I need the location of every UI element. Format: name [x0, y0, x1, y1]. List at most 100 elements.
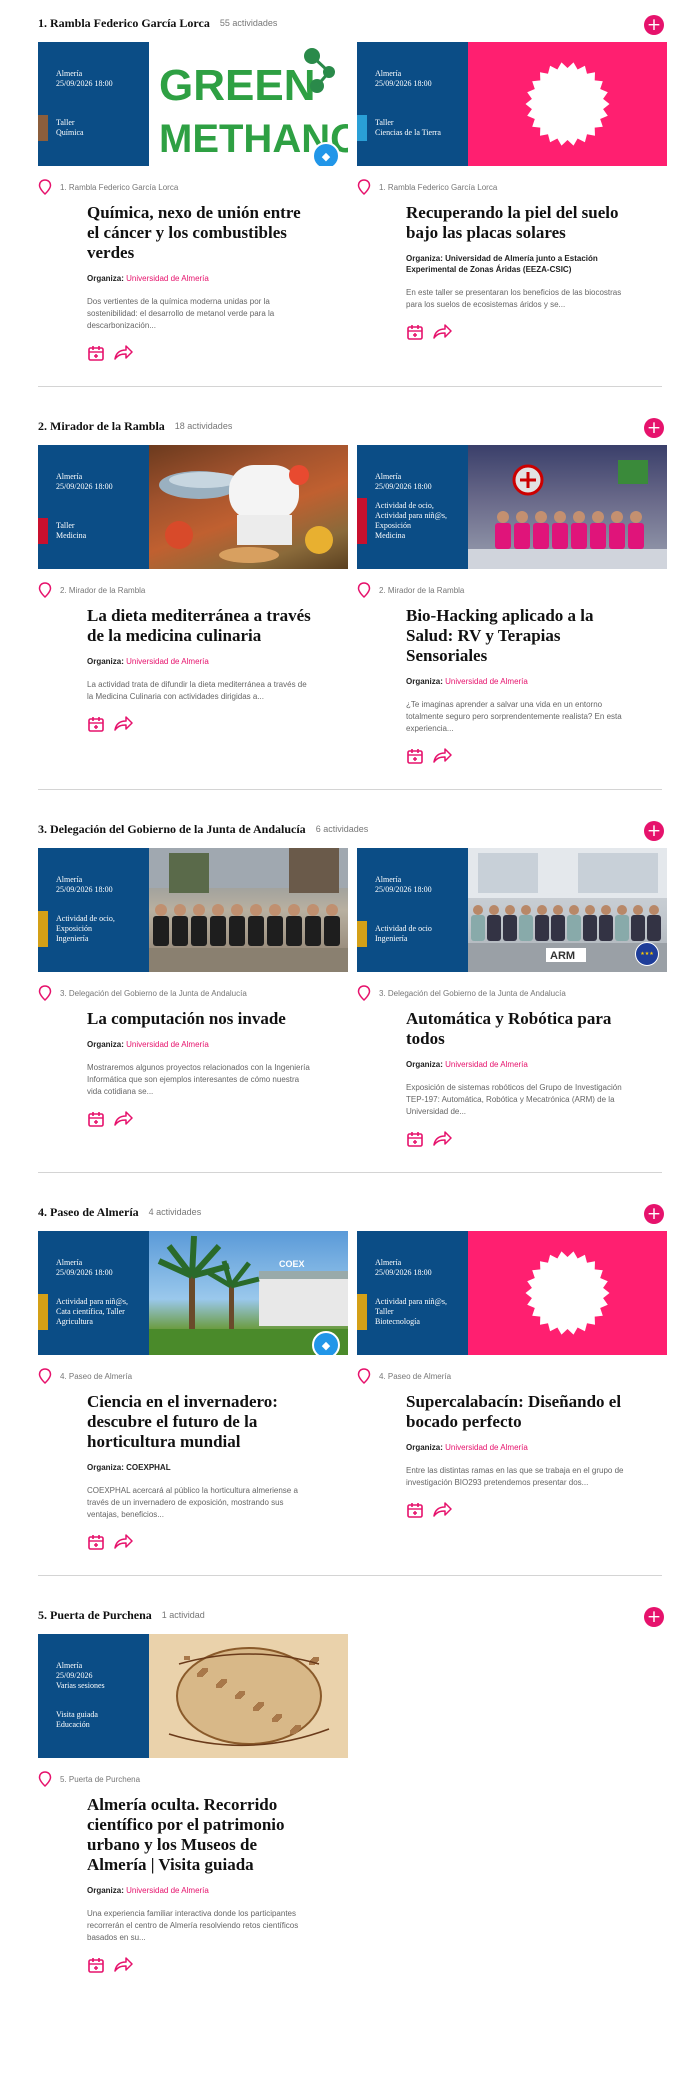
category-label: Actividad para niñ@s, [56, 1297, 129, 1306]
card-header-block[interactable]: Almería 25/09/2026 18:00 Actividad de ocio… [38, 848, 348, 972]
expand-plus-button[interactable]: + [644, 1607, 664, 1627]
activity-title[interactable]: Ciencia en el invernadero: descubre el f… [87, 1392, 314, 1452]
calendar-plus-icon [88, 717, 104, 732]
organizer: Organiza: Universidad de Almería [87, 1039, 314, 1050]
card-date: 25/09/2026 18:00 [56, 885, 113, 894]
share-button[interactable] [113, 344, 133, 362]
share-button[interactable] [432, 1130, 452, 1148]
old-city-map [168, 1647, 330, 1747]
activity-card: Almería 25/09/2026 18:00 Actividad de ocio… [357, 848, 667, 1148]
add-to-calendar-button[interactable] [87, 1956, 105, 1974]
activity-title[interactable]: La dieta mediterránea a través de la med… [87, 606, 314, 646]
activity-card: Almería 25/09/2026 18:00 Taller Medicina 2. … [38, 445, 348, 765]
expand-plus-button[interactable]: + [644, 15, 664, 35]
activity-image[interactable]: GREENMETHANOL◆ [149, 42, 348, 166]
card-header-block[interactable]: Almería 25/09/2026 18:00 Actividad de ocio… [357, 445, 667, 569]
location-label: 1. Rambla Federico García Lorca [379, 182, 498, 192]
activity-image[interactable]: COEX ◆ [149, 1231, 348, 1355]
card-date: 25/09/2026 18:00 [375, 79, 432, 88]
card-actions [406, 1130, 633, 1148]
activity-title[interactable]: Bio-Hacking aplicado a la Salud: RV y Te… [406, 606, 633, 666]
add-to-calendar-button[interactable] [87, 1533, 105, 1551]
location-pin-icon [38, 985, 52, 1001]
organizer: Organiza: Universidad de Almería [87, 656, 314, 667]
expand-plus-button[interactable]: + [644, 418, 664, 438]
add-to-calendar-button[interactable] [87, 1110, 105, 1128]
organizer-name[interactable]: Universidad de Almería [126, 657, 209, 666]
venue-header: 3. Delegación del Gobierno de la Junta d… [38, 814, 664, 844]
location-row: 5. Puerta de Purchena [38, 1771, 348, 1787]
expand-plus-button[interactable]: + [644, 821, 664, 841]
add-to-calendar-button[interactable] [406, 323, 424, 341]
venue-section: 5. Puerta de Purchena 1 actividad + Almería… [38, 1575, 664, 1974]
add-to-calendar-button[interactable] [87, 344, 105, 362]
calendar-plus-icon [88, 1958, 104, 1973]
share-button[interactable] [113, 1956, 133, 1974]
venue-title[interactable]: 3. Delegación del Gobierno de la Junta d… [38, 822, 306, 837]
activity-title[interactable]: Automática y Robótica para todos [406, 1009, 633, 1049]
organizer-label: Organiza: [406, 677, 443, 686]
organizer-name[interactable]: Universidad de Almería [126, 1040, 209, 1049]
share-button[interactable] [432, 323, 452, 341]
activity-image[interactable]: ARM ★★★ [468, 848, 667, 972]
activity-image[interactable] [149, 848, 348, 972]
share-button[interactable] [113, 715, 133, 733]
card-header-block[interactable]: Almería 25/09/2026 18:00 Taller Química GREE… [38, 42, 348, 166]
add-to-calendar-button[interactable] [87, 715, 105, 733]
organizer: Organiza: Universidad de Almería [406, 1059, 633, 1070]
activity-title[interactable]: La computación nos invade [87, 1009, 314, 1029]
activity-title[interactable]: Almería oculta. Recorrido científico por… [87, 1795, 314, 1875]
organizer-name[interactable]: Universidad de Almería [126, 1886, 209, 1895]
card-header-block[interactable]: Almería 25/09/2026 18:00 Taller Ciencias de… [357, 42, 667, 166]
add-to-calendar-button[interactable] [406, 747, 424, 765]
activity-image[interactable] [149, 445, 348, 569]
activity-title[interactable]: Química, nexo de unión entre el cáncer y… [87, 203, 314, 263]
category-label: Exposición [56, 924, 92, 933]
card-header-block[interactable]: Almería 25/09/2026 18:00 Actividad para ni… [357, 1231, 667, 1355]
add-to-calendar-button[interactable] [406, 1501, 424, 1519]
card-header-block[interactable]: Almería 25/09/2026 18:00 Actividad de ocio… [357, 848, 667, 972]
venue-title[interactable]: 4. Paseo de Almería [38, 1205, 139, 1220]
venue-header: 5. Puerta de Purchena 1 actividad + [38, 1600, 664, 1630]
category-label: Actividad para niñ@s, [375, 511, 448, 520]
organizer-name[interactable]: Universidad de Almería [445, 677, 528, 686]
activity-image[interactable] [468, 42, 667, 166]
activity-card: Almería 25/09/2026 18:00 Actividad de ocio… [38, 848, 348, 1148]
food-photo [159, 465, 333, 563]
organizer-name[interactable]: Universidad de Almería [445, 1443, 528, 1452]
add-to-calendar-button[interactable] [406, 1130, 424, 1148]
card-actions [87, 715, 314, 733]
activity-count: 18 actividades [174, 421, 233, 431]
organizer-label: Organiza: [87, 1886, 124, 1895]
activity-title[interactable]: Recuperando la piel del suelo bajo las p… [406, 203, 633, 243]
share-button[interactable] [432, 1501, 452, 1519]
organizer-name[interactable]: Universidad de Almería [445, 1060, 528, 1069]
share-button[interactable] [113, 1533, 133, 1551]
card-header-block[interactable]: Almería 25/09/2026 18:00 Actividad para ni… [38, 1231, 348, 1355]
card-header-block[interactable]: Almería 25/09/2026 Varias sesiones Visita g… [38, 1634, 348, 1758]
category-label: Educación [56, 1720, 90, 1729]
expand-plus-button[interactable]: + [644, 1204, 664, 1224]
card-info-panel: Almería 25/09/2026 18:00 Actividad de ocio… [357, 848, 468, 972]
activity-image[interactable] [468, 1231, 667, 1355]
activity-description: La actividad trata de difundir la dieta … [87, 680, 307, 701]
category-label: Cata científica, Taller [56, 1307, 125, 1316]
share-button[interactable] [432, 747, 452, 765]
share-arrow-icon [433, 1502, 452, 1517]
venue-title[interactable]: 1. Rambla Federico García Lorca [38, 16, 210, 31]
organizer-name[interactable]: Universidad de Almería [126, 274, 209, 283]
activities-list: 1. Rambla Federico García Lorca 55 activi… [0, 0, 700, 1974]
card-city: Almería [375, 1258, 402, 1267]
venue-title[interactable]: 5. Puerta de Purchena [38, 1608, 152, 1623]
activity-image[interactable] [149, 1634, 348, 1758]
venue-title[interactable]: 2. Mirador de la Rambla [38, 419, 165, 434]
share-button[interactable] [113, 1110, 133, 1128]
category-stripe [357, 1294, 367, 1330]
category-stripe [38, 518, 48, 544]
category-stripe [357, 115, 367, 141]
activity-title[interactable]: Supercalabacín: Diseñando el bocado perf… [406, 1392, 633, 1432]
card-header-block[interactable]: Almería 25/09/2026 18:00 Taller Medicina [38, 445, 348, 569]
activity-image[interactable] [468, 445, 667, 569]
category-stripe [38, 1707, 48, 1733]
location-row: 2. Mirador de la Rambla [357, 582, 667, 598]
